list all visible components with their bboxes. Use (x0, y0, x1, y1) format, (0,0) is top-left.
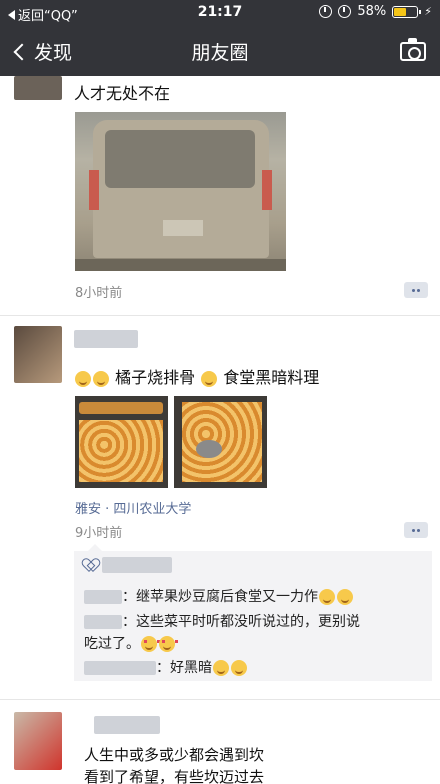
username-blurred[interactable] (94, 714, 164, 736)
avatar[interactable] (14, 326, 62, 383)
comment-text: ：这些菜平时听都没听说过的，更别说 (122, 614, 360, 630)
page-title: 朋友圈 (191, 42, 249, 64)
divider (0, 315, 440, 316)
comment[interactable]: ：继苹果炒豆腐后食堂又一力作 (84, 586, 354, 606)
food (182, 402, 262, 482)
post-text: 人生中或多或少都会遇到坎 (84, 746, 265, 764)
post-location[interactable]: 雅安 · 四川农业大学 (75, 498, 191, 517)
charging-icon: ⚡ (424, 5, 432, 18)
comment-more-button[interactable] (404, 522, 428, 538)
emoji-icon (75, 370, 91, 387)
ground (75, 259, 286, 271)
comment-more-button[interactable] (404, 282, 428, 298)
post-image[interactable] (75, 112, 286, 271)
comment-text: ：好黑暗 (156, 660, 212, 676)
post-text-part: 橘子烧排骨 (115, 368, 196, 387)
comment[interactable]: ：这些菜平时听都没听说过的，更别说 (84, 611, 360, 631)
comment-text: ：继苹果炒豆腐后食堂又一力作 (122, 589, 318, 605)
emoji-icon (201, 370, 218, 387)
post-image[interactable] (174, 396, 267, 488)
comment[interactable]: ：好黑暗 (84, 657, 248, 677)
nav-bar: 发现 朋友圈 (0, 26, 440, 76)
post-text: 人才无处不在 (74, 84, 171, 103)
post-time: 8小时前 (75, 286, 123, 301)
commenter-blurred (84, 615, 122, 629)
post-text-line2: 看到了希望，有些坎迈过去 (84, 768, 265, 784)
username-blurred[interactable] (74, 328, 144, 350)
status-right: 58% ⚡ (319, 4, 432, 19)
liker-names-blurred[interactable] (102, 557, 172, 573)
commenter-blurred (84, 590, 122, 604)
post-image[interactable] (75, 396, 168, 488)
comment-text: 吃过了。 (84, 636, 140, 652)
camera-icon[interactable] (400, 38, 426, 61)
emoji-icon (213, 660, 229, 676)
avatar[interactable] (14, 76, 62, 100)
car-plate (163, 220, 203, 236)
ladle (196, 440, 222, 458)
comment-box: ：继苹果炒豆腐后食堂又一力作 ：这些菜平时听都没听说过的，更别说 吃过了。 ：好… (74, 544, 432, 681)
alarm-icon (338, 5, 352, 18)
post-text-part: 食堂黑暗料理 (223, 368, 320, 387)
food-tray (79, 402, 163, 414)
heart-eyes-emoji-icon (159, 636, 178, 652)
battery-fill (394, 7, 407, 16)
avatar[interactable] (14, 712, 62, 770)
heart-icon (84, 559, 96, 571)
car-taillight (262, 170, 272, 210)
post-time: 9小时前 (75, 526, 123, 541)
emoji-icon (231, 660, 247, 676)
battery-percent: 58% (357, 4, 387, 19)
top-bar: 返回“QQ” 21:17 58% ⚡ 发现 朋友圈 (0, 0, 440, 76)
car-taillight (89, 170, 99, 210)
commenter-blurred (84, 661, 156, 675)
emoji-icon (319, 589, 335, 605)
emoji-icon (93, 370, 109, 387)
likes-row (84, 557, 172, 573)
comment-continued: 吃过了。 (84, 633, 178, 653)
orientation-lock-icon (319, 5, 333, 18)
status-bar: 返回“QQ” 21:17 58% ⚡ (0, 0, 440, 26)
battery-icon (392, 5, 422, 18)
divider (0, 699, 440, 700)
car-window (105, 130, 255, 188)
watermark (364, 752, 434, 778)
emoji-icon (337, 589, 353, 605)
food (79, 420, 163, 482)
heart-eyes-emoji-icon (141, 636, 160, 652)
post-text: 橘子烧排骨 食堂黑暗料理 (74, 364, 319, 388)
